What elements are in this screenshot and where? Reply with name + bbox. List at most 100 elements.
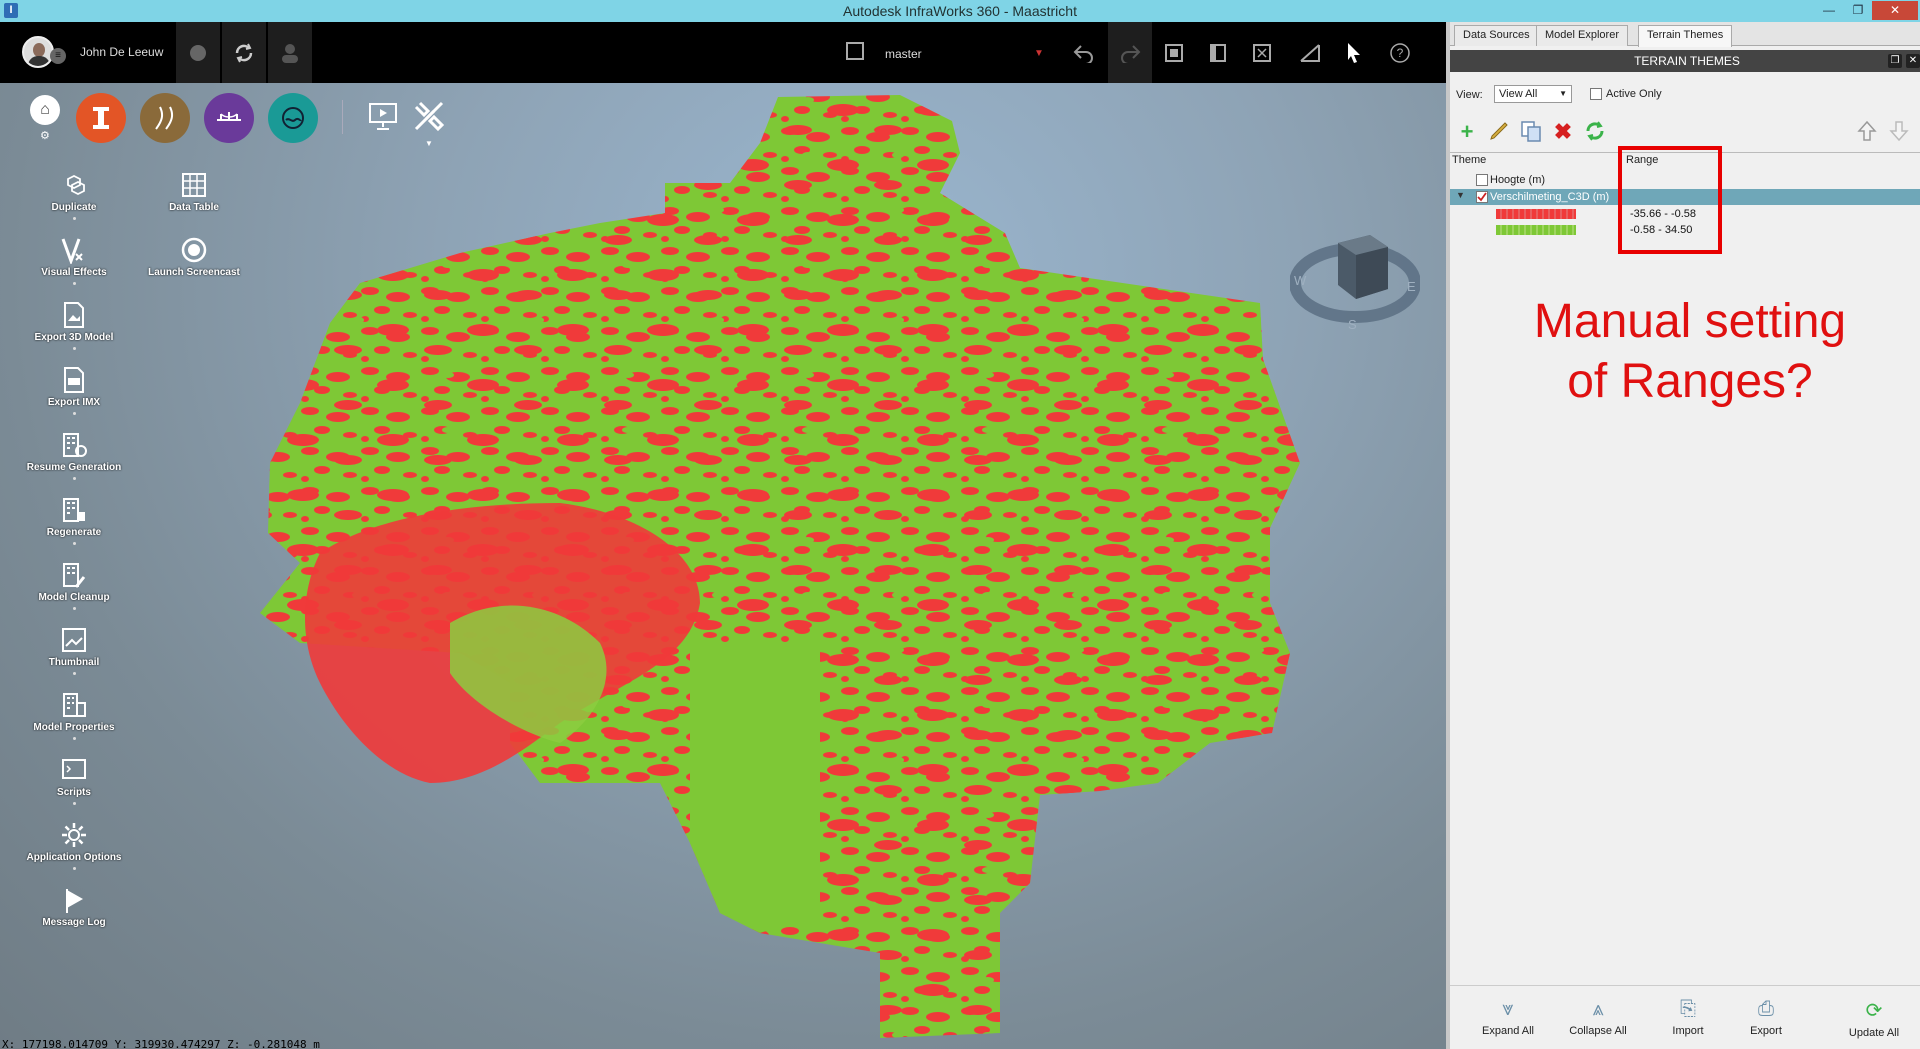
collapse-all-button[interactable]: ⩓ Collapse All	[1558, 998, 1638, 1037]
move-up-arrow-icon[interactable]	[1854, 119, 1880, 145]
range-highlight-box	[1618, 146, 1722, 254]
message-log-label: Message Log	[42, 917, 106, 928]
top-toolbar: ≡ John De Leeuw master ▼ ?	[0, 22, 1446, 83]
user-menu-icon[interactable]: ≡	[50, 48, 66, 64]
add-theme-icon[interactable]: +	[1454, 119, 1480, 145]
infrastructure-mode-button[interactable]	[76, 93, 126, 143]
terrain-surface[interactable]	[0, 83, 1446, 1049]
view-select[interactable]: View All ▼	[1494, 85, 1572, 103]
edit-pencil-icon[interactable]	[1486, 119, 1512, 145]
range-swatch-red	[1496, 209, 1576, 219]
theme-checkbox-checked[interactable]	[1476, 191, 1488, 203]
regenerate-icon	[63, 498, 85, 522]
export-imx-tool[interactable]: Export IMX	[19, 366, 129, 415]
theme-checkbox[interactable]	[1476, 174, 1488, 186]
theme-name: Hoogte (m)	[1490, 174, 1546, 186]
tools-dropdown-icon[interactable]: ▼	[425, 139, 433, 148]
visual-effects-icon	[61, 238, 83, 264]
proposal-icon	[846, 42, 864, 60]
duplicate-label: Duplicate	[51, 202, 97, 213]
duplicate-icon	[67, 174, 85, 196]
terrain-themes-panel: Data Sources Model Explorer Terrain Them…	[1446, 22, 1920, 1049]
close-button[interactable]: ✕	[1872, 1, 1918, 20]
message-log-tool[interactable]: Message Log	[19, 886, 129, 928]
collapse-all-icon: ⩓	[1592, 998, 1604, 1020]
proposal-name[interactable]: master	[885, 47, 922, 61]
user-avatar[interactable]	[22, 36, 54, 68]
restore-button[interactable]: ❐	[1847, 1, 1869, 20]
duplicate-tool[interactable]: Duplicate	[19, 171, 129, 220]
tools-icon[interactable]	[412, 99, 446, 138]
theme-name: Verschilmeting_C3D (m)	[1490, 191, 1610, 203]
tab-data-sources[interactable]: Data Sources	[1454, 25, 1539, 46]
redo-icon[interactable]	[1108, 22, 1152, 83]
bookmark-icon[interactable]	[1196, 22, 1240, 83]
export-3d-model-label: Export 3D Model	[34, 332, 114, 343]
import-button[interactable]: ⎘ Import	[1648, 998, 1728, 1037]
visual-effects-label: Visual Effects	[41, 267, 107, 278]
update-all-button[interactable]: ⟳ Update All	[1834, 998, 1914, 1039]
thumbnail-tool[interactable]: Thumbnail	[19, 626, 129, 675]
launch-screencast-tool[interactable]: Launch Screencast	[139, 236, 249, 278]
active-only-checkbox[interactable]	[1590, 88, 1602, 100]
username: John De Leeuw	[80, 45, 164, 59]
drainage-mode-button[interactable]	[268, 93, 318, 143]
collapse-triangle-icon[interactable]: ▼	[1456, 190, 1465, 200]
panel-title: TERRAIN THEMES	[1634, 54, 1740, 68]
move-down-arrow-icon[interactable]	[1886, 119, 1912, 145]
application-options-label: Application Options	[26, 852, 122, 863]
status-icon[interactable]	[176, 22, 220, 83]
select-cursor-icon[interactable]	[1332, 22, 1376, 83]
annotation-text: Manual setting of Ranges?	[1533, 295, 1847, 408]
collaborate-icon[interactable]	[268, 22, 312, 83]
window-title: Autodesk InfraWorks 360 - Maastricht	[843, 3, 1077, 19]
col-theme: Theme	[1452, 154, 1487, 166]
export-button[interactable]: ⎙ Export	[1726, 998, 1806, 1037]
delete-icon[interactable]: ✖	[1550, 119, 1576, 145]
regenerate-tool[interactable]: Regenerate	[19, 496, 129, 545]
model-properties-icon	[63, 693, 86, 717]
measure-icon[interactable]	[1288, 22, 1332, 83]
thumbnail-label: Thumbnail	[48, 657, 100, 668]
fit-view-icon[interactable]	[1240, 22, 1284, 83]
chevron-down-icon[interactable]: ▼	[1034, 48, 1044, 59]
thumbnail-icon	[62, 628, 86, 652]
resume-generation-tool[interactable]: Resume Generation	[19, 431, 129, 480]
settings-gear-icon[interactable]: ⚙	[40, 129, 50, 142]
regenerate-label: Regenerate	[46, 527, 102, 538]
tab-terrain-themes[interactable]: Terrain Themes	[1638, 25, 1733, 47]
undo-icon[interactable]	[1062, 22, 1106, 83]
minimize-button[interactable]: —	[1818, 1, 1840, 20]
expand-all-icon: ⩔	[1502, 998, 1514, 1020]
message-log-flag-icon	[66, 889, 83, 913]
scripts-tool[interactable]: Scripts	[19, 756, 129, 805]
export-3d-model-tool[interactable]: Export 3D Model	[19, 301, 129, 350]
bridges-mode-button[interactable]	[204, 93, 254, 143]
layers-icon[interactable]	[1152, 22, 1196, 83]
visual-effects-tool[interactable]: Visual Effects	[19, 236, 129, 285]
sync-icon[interactable]	[222, 22, 266, 83]
model-cleanup-tool[interactable]: Model Cleanup	[19, 561, 129, 610]
import-icon: ⎘	[1680, 998, 1696, 1020]
scripts-label: Scripts	[57, 787, 91, 798]
data-table-icon	[182, 173, 206, 197]
present-icon[interactable]	[368, 101, 398, 136]
export-icon: ⎙	[1758, 998, 1774, 1020]
update-all-icon: ⟳	[1865, 1000, 1883, 1022]
application-options-tool[interactable]: Application Options	[19, 821, 129, 870]
view-cube-compass[interactable]: W E S	[1290, 223, 1420, 333]
home-icon[interactable]: ⌂	[30, 95, 60, 125]
undock-icon[interactable]: ❐	[1888, 54, 1902, 68]
copy-theme-icon[interactable]	[1518, 119, 1544, 145]
3d-viewport[interactable]: W E S X: 177198.014709 Y: 319930.474297 …	[0, 83, 1446, 1049]
roads-mode-button[interactable]	[140, 93, 190, 143]
tab-model-explorer[interactable]: Model Explorer	[1536, 25, 1628, 46]
close-panel-icon[interactable]: ✕	[1906, 54, 1920, 68]
data-table-tool[interactable]: Data Table	[139, 171, 249, 213]
refresh-icon[interactable]	[1582, 119, 1608, 145]
help-icon[interactable]: ?	[1378, 22, 1422, 83]
export-imx-icon	[64, 367, 84, 393]
range-swatch-green	[1496, 225, 1576, 235]
expand-all-button[interactable]: ⩔ Expand All	[1468, 998, 1548, 1037]
model-properties-tool[interactable]: Model Properties	[19, 691, 129, 740]
